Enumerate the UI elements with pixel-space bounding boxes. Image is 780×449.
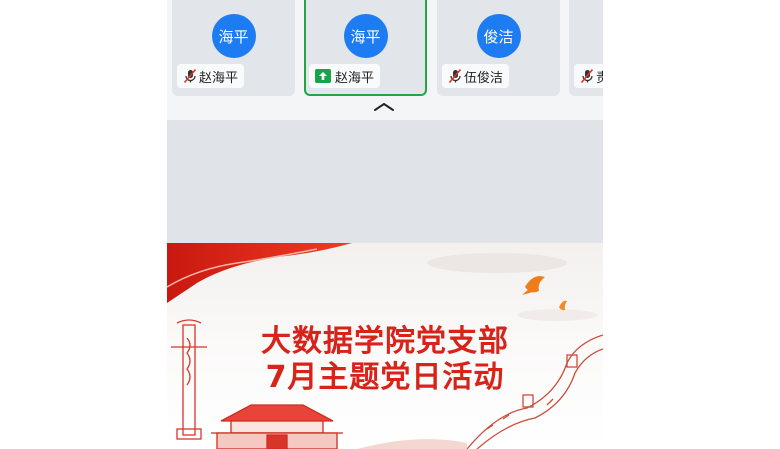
name-chip: 赵海平: [309, 64, 381, 88]
mic-off-icon: [183, 68, 197, 84]
participant-tile[interactable]: 海平 赵海平: [172, 0, 295, 96]
screen-share-icon: [315, 69, 331, 83]
chevron-up-icon[interactable]: [371, 100, 397, 114]
participant-strip[interactable]: 海平 赵海平 海平 赵海平 俊洁 伍俊洁 责: [167, 0, 603, 120]
mic-off-icon: [580, 68, 594, 84]
name-chip: 伍俊洁: [442, 64, 510, 88]
participant-tile[interactable]: 俊洁 伍俊洁: [437, 0, 560, 96]
avatar: 海平: [211, 14, 256, 58]
slide-title-line2: 7月主题党日活动: [265, 360, 505, 395]
avatar: 海平: [343, 14, 388, 58]
participant-name: 伍俊洁: [464, 70, 504, 86]
participant-tile[interactable]: 责: [569, 0, 603, 96]
participant-name: 责: [596, 70, 603, 86]
participant-tile-active[interactable]: 海平 赵海平: [304, 0, 427, 96]
mic-off-icon: [448, 68, 462, 84]
participant-name: 赵海平: [335, 70, 375, 86]
avatar: 俊洁: [476, 14, 521, 58]
shared-slide: 大数据学院党支部 7月主题党日活动: [167, 243, 603, 449]
video-area: [167, 120, 603, 243]
participant-name: 赵海平: [199, 70, 239, 86]
meeting-app: 海平 赵海平 海平 赵海平 俊洁 伍俊洁 责 大数据学院党支部 7月主题党日活动: [167, 0, 603, 449]
name-chip: 责: [574, 64, 603, 88]
name-chip: 赵海平: [177, 64, 245, 88]
